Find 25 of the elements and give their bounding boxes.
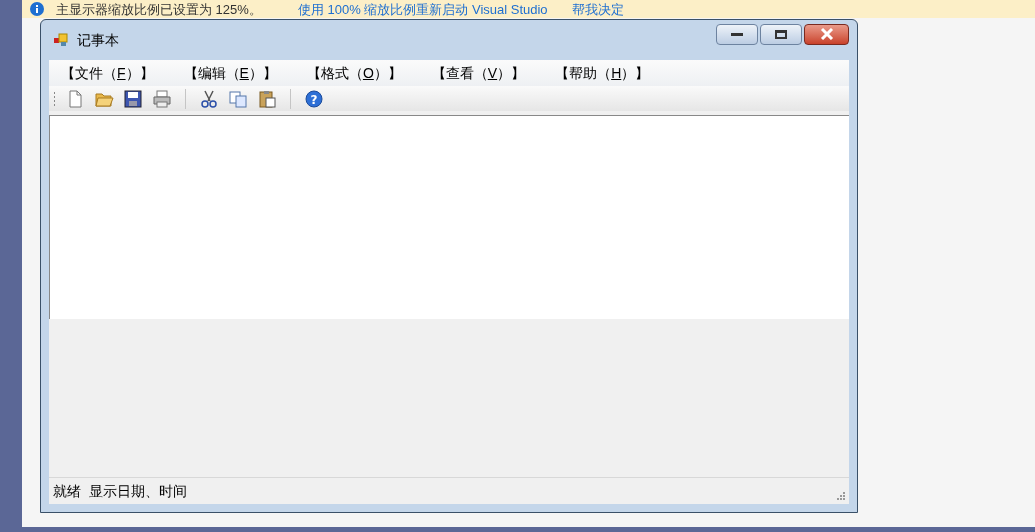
resize-grip-icon: [837, 492, 845, 500]
scissors-icon[interactable]: [199, 88, 219, 109]
app-icon: [53, 32, 69, 48]
banner-link[interactable]: 使用 100% 缩放比例重新启动 Visual Studio: [297, 2, 548, 16]
status-label: 显示日期、时间: [89, 481, 187, 501]
close-icon: [819, 28, 834, 40]
save-icon[interactable]: [123, 88, 143, 109]
grip-icon: [53, 90, 56, 107]
status-label: 就绪: [53, 481, 81, 501]
minimize-button[interactable]: [716, 23, 758, 45]
menu-item[interactable]: 【查看（V）】: [431, 62, 526, 84]
banner-link[interactable]: 帮我决定: [571, 2, 624, 16]
menu-item[interactable]: 【文件（F）】: [61, 62, 154, 84]
menu-item[interactable]: 【格式（O）】: [306, 62, 402, 84]
help-icon[interactable]: ?: [304, 88, 324, 109]
info-icon: [30, 2, 44, 16]
maximize-button[interactable]: [760, 23, 802, 45]
window-title: 记事本: [77, 30, 119, 50]
menu-item[interactable]: 【帮助（H）】: [555, 62, 650, 84]
menu-item[interactable]: 【编辑（E）】: [183, 62, 277, 84]
copy-icon[interactable]: [228, 88, 248, 109]
clipboard-icon[interactable]: [257, 88, 277, 109]
printer-icon[interactable]: [152, 88, 172, 109]
close-button[interactable]: [804, 23, 849, 45]
banner-message: 主显示器缩放比例已设置为 125%。: [56, 2, 262, 16]
